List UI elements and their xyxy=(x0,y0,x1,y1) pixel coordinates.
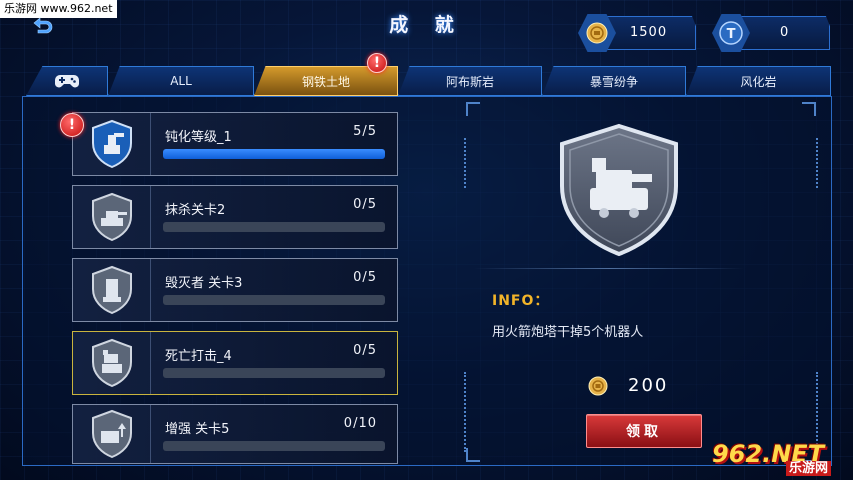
watermark-logo: 962.NET 乐游网 xyxy=(712,430,852,478)
reward-amount: 200 xyxy=(628,375,669,396)
page-title: 成 就 xyxy=(389,14,464,36)
achievement-progress-bar xyxy=(163,149,385,159)
tower-shield-icon xyxy=(91,265,132,315)
upgrade-shield-icon xyxy=(91,409,132,459)
achievement-name: 增强 关卡5 xyxy=(165,422,230,437)
achievement-badge-3 xyxy=(73,259,151,321)
token-icon-letter: T xyxy=(727,27,736,42)
achievement-item-2[interactable]: 抹杀关卡2 0/5 xyxy=(72,185,398,249)
achievement-description: 用火箭炮塔干掉5个机器人 xyxy=(492,325,644,340)
achievement-name: 抹杀关卡2 xyxy=(165,203,226,218)
tab-alert-icon: ! xyxy=(367,53,387,73)
achievement-item-5[interactable]: 增强 关卡5 0/10 xyxy=(72,404,398,464)
back-button[interactable] xyxy=(28,14,56,42)
achievement-name: 钝化等级_1 xyxy=(165,130,232,145)
progress-fill xyxy=(163,149,385,159)
rocket-turret-shield-icon xyxy=(91,338,132,388)
achievement-progress-bar xyxy=(163,368,385,378)
achievement-badge-5 xyxy=(73,405,151,463)
achievement-item-3[interactable]: 毁灭者 关卡3 0/5 xyxy=(72,258,398,322)
tab-all[interactable]: ALL xyxy=(108,66,254,96)
achievement-progress-text: 5/5 xyxy=(353,124,377,139)
coin-value: 1500 xyxy=(630,25,668,40)
turret-shield-icon xyxy=(91,119,132,169)
watermark-logo-sub: 乐游网 xyxy=(786,461,832,476)
detail-divider xyxy=(474,268,744,269)
achievement-alert-icon: ! xyxy=(60,113,84,137)
selected-achievement-badge xyxy=(556,122,682,258)
watermark-text: 乐游网 www.962.net xyxy=(0,0,117,18)
claim-button[interactable]: 领取 xyxy=(586,414,702,448)
achievement-progress-text: 0/5 xyxy=(353,197,377,212)
achievement-progress-text: 0/5 xyxy=(353,270,377,285)
achievement-badge-1 xyxy=(73,113,151,175)
achievement-badge-2 xyxy=(73,186,151,248)
rocket-turret-shield-icon xyxy=(560,123,678,257)
info-label: INFO： xyxy=(492,293,550,309)
achievement-name: 死亡打击_4 xyxy=(165,349,232,364)
tab-abusi-rock[interactable]: 阿布斯岩 xyxy=(398,66,542,96)
achievement-progress-text: 0/5 xyxy=(353,343,377,358)
achievement-progress-bar xyxy=(163,295,385,305)
achievement-progress-bar xyxy=(163,222,385,232)
tab-weathered-rock[interactable]: 风化岩 xyxy=(686,66,831,96)
reward-coin-icon xyxy=(588,376,608,400)
tab-controller[interactable] xyxy=(26,66,108,96)
achievement-name: 毁灭者 关卡3 xyxy=(165,276,243,291)
achievement-badge-4 xyxy=(73,332,151,394)
back-arrow-icon xyxy=(33,17,53,34)
achievement-item-1[interactable]: 钝化等级_1 5/5 xyxy=(72,112,398,176)
tank-shield-icon xyxy=(91,192,132,242)
token-value: 0 xyxy=(780,25,790,40)
tab-blizzard[interactable]: 暴雪纷争 xyxy=(542,66,686,96)
gamepad-icon xyxy=(55,75,79,88)
achievement-progress-bar xyxy=(163,441,385,451)
achievement-item-4[interactable]: 死亡打击_4 0/5 xyxy=(72,331,398,395)
achievement-progress-text: 0/10 xyxy=(343,416,377,431)
